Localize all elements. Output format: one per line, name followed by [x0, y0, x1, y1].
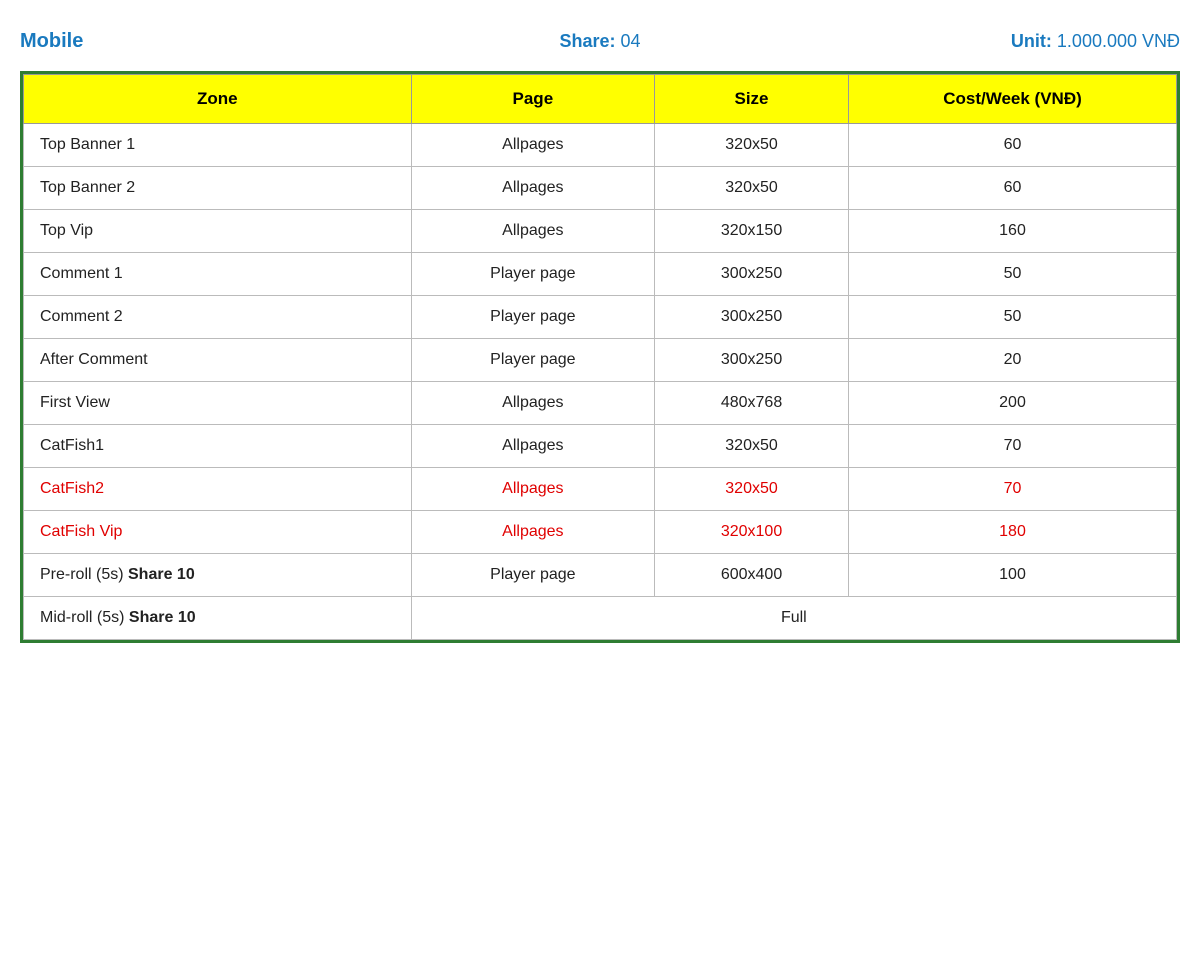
cell-size: 600x400 [655, 554, 849, 597]
unit-value: 1.000.000 VNĐ [1057, 31, 1180, 51]
cell-zone: First View [24, 382, 412, 425]
cell-page: Allpages [411, 124, 654, 167]
table-row: Top VipAllpages320x150160 [24, 210, 1177, 253]
cell-size: 320x100 [655, 511, 849, 554]
cell-page: Player page [411, 296, 654, 339]
cell-zone: Top Banner 1 [24, 124, 412, 167]
cell-cost: 100 [849, 554, 1177, 597]
cell-cost: 70 [849, 425, 1177, 468]
table-row: Mid-roll (5s) Share 10Full [24, 597, 1177, 640]
cell-zone: Mid-roll (5s) Share 10 [24, 597, 412, 640]
table-row: First ViewAllpages480x768200 [24, 382, 1177, 425]
cell-page: Allpages [411, 210, 654, 253]
cell-size: 320x50 [655, 425, 849, 468]
table-row: Top Banner 2Allpages320x5060 [24, 167, 1177, 210]
table-row: Top Banner 1Allpages320x5060 [24, 124, 1177, 167]
cell-page: Player page [411, 253, 654, 296]
table-row: After CommentPlayer page300x25020 [24, 339, 1177, 382]
cell-full: Full [411, 597, 1176, 640]
share-label: Share: [559, 31, 615, 51]
table-row: CatFish VipAllpages320x100180 [24, 511, 1177, 554]
cell-page: Player page [411, 339, 654, 382]
col-size: Size [655, 75, 849, 124]
cell-cost: 20 [849, 339, 1177, 382]
cell-zone: After Comment [24, 339, 412, 382]
cell-size: 480x768 [655, 382, 849, 425]
table-header-row: Zone Page Size Cost/Week (VNĐ) [24, 75, 1177, 124]
col-zone: Zone [24, 75, 412, 124]
cell-zone: Top Vip [24, 210, 412, 253]
cell-page: Player page [411, 554, 654, 597]
unit-label: Unit: [1011, 31, 1052, 51]
cell-zone: CatFish2 [24, 468, 412, 511]
cell-cost: 160 [849, 210, 1177, 253]
cell-size: 300x250 [655, 339, 849, 382]
cell-size: 320x50 [655, 167, 849, 210]
table-row: CatFish2Allpages320x5070 [24, 468, 1177, 511]
cell-zone: CatFish Vip [24, 511, 412, 554]
unit-info: Unit: 1.000.000 VNĐ [793, 31, 1180, 52]
cell-cost: 70 [849, 468, 1177, 511]
cell-size: 300x250 [655, 296, 849, 339]
table-row: Comment 2Player page300x25050 [24, 296, 1177, 339]
cell-cost: 200 [849, 382, 1177, 425]
col-cost: Cost/Week (VNĐ) [849, 75, 1177, 124]
cell-size: 320x50 [655, 468, 849, 511]
cell-zone: Top Banner 2 [24, 167, 412, 210]
cell-cost: 50 [849, 253, 1177, 296]
cell-page: Allpages [411, 468, 654, 511]
table-row: CatFish1Allpages320x5070 [24, 425, 1177, 468]
cell-page: Allpages [411, 167, 654, 210]
cell-page: Allpages [411, 511, 654, 554]
cell-zone: Comment 2 [24, 296, 412, 339]
cell-zone: Comment 1 [24, 253, 412, 296]
page-header: Mobile Share: 04 Unit: 1.000.000 VNĐ [20, 30, 1180, 53]
pricing-table: Zone Page Size Cost/Week (VNĐ) Top Banne… [23, 74, 1177, 640]
cell-zone: CatFish1 [24, 425, 412, 468]
table-row: Pre-roll (5s) Share 10Player page600x400… [24, 554, 1177, 597]
cell-size: 320x50 [655, 124, 849, 167]
cell-cost: 60 [849, 124, 1177, 167]
mobile-label: Mobile [20, 30, 407, 53]
share-info: Share: 04 [407, 31, 794, 52]
cell-size: 320x150 [655, 210, 849, 253]
mobile-text: Mobile [20, 30, 83, 52]
share-value: 04 [621, 31, 641, 51]
cell-cost: 60 [849, 167, 1177, 210]
cell-page: Allpages [411, 382, 654, 425]
pricing-table-wrapper: Zone Page Size Cost/Week (VNĐ) Top Banne… [20, 71, 1180, 643]
col-page: Page [411, 75, 654, 124]
cell-zone: Pre-roll (5s) Share 10 [24, 554, 412, 597]
table-row: Comment 1Player page300x25050 [24, 253, 1177, 296]
cell-size: 300x250 [655, 253, 849, 296]
cell-cost: 50 [849, 296, 1177, 339]
cell-cost: 180 [849, 511, 1177, 554]
cell-page: Allpages [411, 425, 654, 468]
